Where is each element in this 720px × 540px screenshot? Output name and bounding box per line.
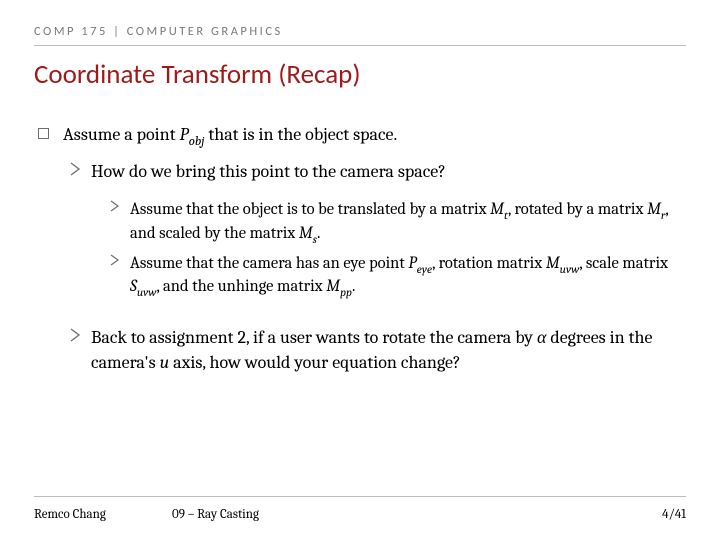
bullet-lvl1: Assume a point Pobj that is in the objec… [34,123,686,150]
math-subscript: t [504,208,508,222]
footer-author: Remco Chang [34,507,172,522]
arrow-icon [70,161,81,177]
bullet-text: Back to assignment 2, if a user wants to… [91,326,686,376]
math-subscript: obj [189,134,205,149]
header-rule [34,45,686,46]
bullet-text: Assume that the object is to be translat… [130,199,686,246]
bullet-text: Assume a point Pobj that is in the objec… [63,123,686,150]
text-fragment: , and the unhinge matrix [157,277,327,296]
text-fragment: Assume that the object is to be translat… [130,200,490,219]
bullet-lvl2: Back to assignment 2, if a user wants to… [34,326,686,376]
text-fragment: that is in the object space. [204,124,397,145]
math-subscript: s [313,232,317,246]
math-subscript: uvw [137,285,157,299]
math-subscript: pp [340,285,352,299]
math-subscript: eye [417,262,432,276]
text-fragment: axis, how would your equation change? [169,352,460,373]
slide: COMP 175 | COMPUTER GRAPHICS Coordinate … [0,0,720,540]
checkbox-icon [38,128,49,139]
math-symbol: M [299,224,313,243]
bullet-lvl3: Assume that the object is to be translat… [34,199,686,246]
arrow-icon [110,253,120,267]
bullet-text: How do we bring this point to the camera… [91,160,686,185]
bullet-lvl3: Assume that the camera has an eye point … [34,253,686,300]
math-symbol: P [180,124,189,145]
math-symbol: P [408,254,416,273]
slide-footer: Remco Chang 09 – Ray Casting 4/41 [34,496,686,522]
math-symbol: u [160,352,170,373]
text-fragment: Assume that the camera has an eye point [130,254,408,273]
arrow-icon [70,327,81,343]
text-fragment: , scale matrix [579,254,668,273]
text-fragment: . [352,277,355,296]
slide-title: Coordinate Transform (Recap) [34,58,686,91]
math-subscript: r [661,208,665,222]
math-symbol: S [130,277,137,296]
course-tag: COMP 175 | COMPUTER GRAPHICS [34,24,686,39]
footer-topic: 09 – Ray Casting [172,507,636,522]
math-symbol: M [647,200,661,219]
text-fragment: Back to assignment 2, if a user wants to… [91,327,537,348]
text-fragment: . [317,224,320,243]
text-fragment: , rotated by a matrix [508,200,647,219]
math-subscript: uvw [560,262,580,276]
math-symbol: M [490,200,504,219]
math-symbol: M [546,254,560,273]
text-fragment: , rotation matrix [432,254,546,273]
bullet-text: Assume that the camera has an eye point … [130,253,686,300]
math-symbol: M [326,277,340,296]
bullet-lvl2: How do we bring this point to the camera… [34,160,686,185]
arrow-icon [110,199,120,213]
slide-content: Assume a point Pobj that is in the objec… [34,123,686,376]
text-fragment: Assume a point [63,124,180,145]
math-symbol: α [537,327,546,348]
footer-page-number: 4/41 [636,507,686,522]
